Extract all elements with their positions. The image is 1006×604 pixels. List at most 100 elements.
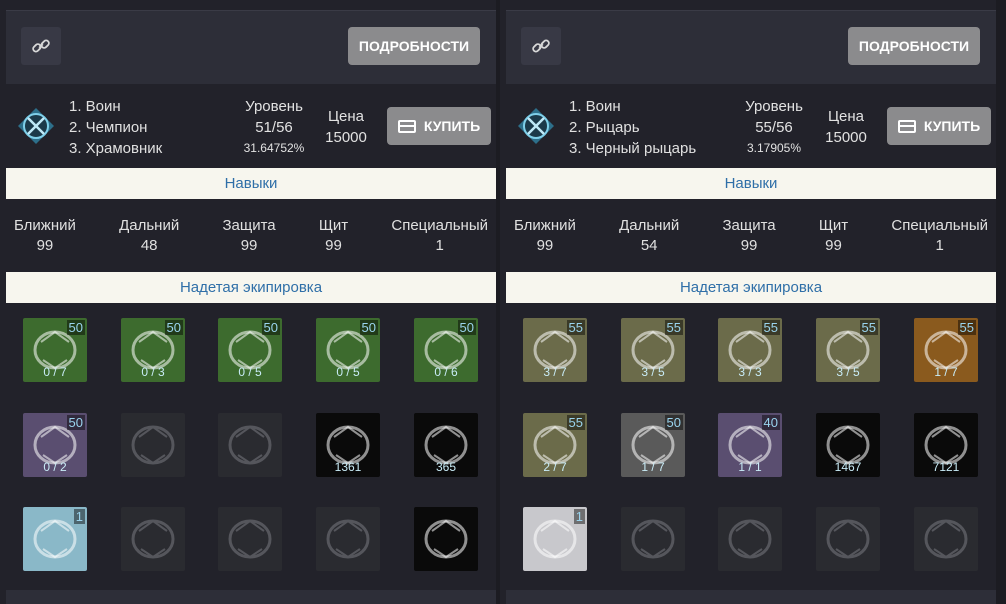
equipment-slot[interactable]: 1467: [816, 413, 880, 477]
item-level: 50: [664, 415, 683, 430]
skill-stat: Специальный 1: [391, 216, 488, 260]
skill-value: 99: [536, 237, 554, 254]
skill-value: 54: [640, 237, 658, 254]
gem-slot-empty-icon: [826, 519, 870, 559]
equipment-header: Надетая экипировка: [6, 272, 496, 303]
details-button[interactable]: ПОДРОБНОСТИ: [348, 27, 480, 65]
equipment-slot[interactable]: 1: [23, 507, 87, 571]
buy-label: КУПИТЬ: [423, 118, 481, 134]
equipment-slot[interactable]: [121, 507, 185, 571]
character-panel-right: ПОДРОБНОСТИ 1. Воин 2. Рыцарь 3. Черный …: [500, 0, 996, 604]
skill-stat: Специальный 1: [891, 216, 988, 260]
skill-value: 99: [36, 237, 54, 254]
price-value: 15000: [325, 129, 367, 146]
item-count: 1 / 1: [738, 460, 762, 474]
item-level: 1: [73, 509, 85, 524]
equipment-slot[interactable]: [621, 507, 685, 571]
equipment-slot[interactable]: 50 0 / 7: [23, 318, 87, 382]
item-count: 0 / 2: [43, 460, 67, 474]
equipment-slot[interactable]: 55 2 / 7: [523, 413, 587, 477]
price-block: Цена 15000: [314, 106, 378, 148]
equipment-slot[interactable]: 1361: [316, 413, 380, 477]
class-emblem-icon: [518, 108, 554, 144]
item-level: 55: [761, 320, 780, 335]
skills-header: Навыки: [506, 168, 996, 199]
equipment-header: Надетая экипировка: [506, 272, 996, 303]
panel-footer: [6, 590, 496, 604]
skill-stat: Защита 99: [222, 216, 275, 260]
buy-button[interactable]: КУПИТЬ: [387, 107, 491, 145]
credit-card-icon: [397, 119, 416, 133]
item-count: 0 / 5: [336, 365, 360, 379]
equipment-slot[interactable]: 50 1 / 7: [621, 413, 685, 477]
equipment-slot[interactable]: 55 3 / 5: [621, 318, 685, 382]
level-percent: 3.17905%: [746, 141, 802, 155]
item-count: 7121: [932, 460, 960, 474]
credit-card-icon: [897, 119, 916, 133]
item-level: 55: [566, 320, 585, 335]
equipment-slot[interactable]: 50 0 / 2: [23, 413, 87, 477]
class-list: 1. Воин 2. Рыцарь 3. Черный рыцарь: [569, 96, 696, 159]
equipment-slot[interactable]: 50 0 / 3: [121, 318, 185, 382]
equipment-slot[interactable]: [816, 507, 880, 571]
equipment-slot[interactable]: [218, 413, 282, 477]
class-tier-2: 2. Рыцарь: [569, 119, 640, 136]
panel-footer: [506, 590, 996, 604]
link-icon: [532, 39, 550, 53]
skill-stat: Ближний 99: [514, 216, 576, 260]
skill-name: Ближний: [14, 217, 76, 234]
class-tier-3: 3. Черный рыцарь: [569, 140, 697, 157]
skill-name: Специальный: [391, 217, 488, 234]
skill-value: 99: [740, 237, 758, 254]
weapon-slot-empty-icon: [131, 425, 175, 465]
level-label: Уровень: [245, 98, 303, 115]
item-level: 50: [457, 320, 476, 335]
link-button[interactable]: [21, 27, 61, 65]
equipment-slot[interactable]: [914, 507, 978, 571]
arrows-ammo-icon: [424, 519, 468, 559]
buy-button[interactable]: КУПИТЬ: [887, 107, 991, 145]
equipment-slot[interactable]: 50 0 / 5: [218, 318, 282, 382]
equipment-slot[interactable]: [121, 413, 185, 477]
details-button[interactable]: ПОДРОБНОСТИ: [848, 27, 980, 65]
item-count: 0 / 3: [141, 365, 165, 379]
skill-value: 48: [140, 237, 158, 254]
cloak-slot-empty-icon: [228, 425, 272, 465]
link-button[interactable]: [521, 27, 561, 65]
character-panel-left: ПОДРОБНОСТИ 1. Воин 2. Чемпион 3. Храмов…: [0, 0, 496, 604]
skill-stat: Защита 99: [722, 216, 775, 260]
class-tier-3: 3. Храмовник: [69, 140, 163, 157]
equipment-slot[interactable]: 55 3 / 3: [718, 318, 782, 382]
equipment-slot[interactable]: [718, 507, 782, 571]
price-value: 15000: [825, 129, 867, 146]
equipment-slot[interactable]: [414, 507, 478, 571]
equipment-slot[interactable]: [316, 507, 380, 571]
equipment-slot[interactable]: 50 0 / 6: [414, 318, 478, 382]
level-percent: 31.64752%: [243, 141, 305, 155]
buy-label: КУПИТЬ: [923, 118, 981, 134]
gem-slot-empty-icon: [228, 519, 272, 559]
equipment-slot[interactable]: 1: [523, 507, 587, 571]
equipment-slot[interactable]: 55 3 / 7: [523, 318, 587, 382]
skill-value: 99: [240, 237, 258, 254]
skill-value: 99: [825, 237, 842, 254]
equipment-slot[interactable]: 365: [414, 413, 478, 477]
item-count: 1 / 7: [641, 460, 665, 474]
skill-name: Дальний: [119, 217, 180, 234]
skill-name: Специальный: [891, 217, 988, 234]
class-tier-2: 2. Чемпион: [69, 119, 148, 136]
equipment-slot[interactable]: 40 1 / 1: [718, 413, 782, 477]
equipment-slot[interactable]: 55 3 / 5: [816, 318, 880, 382]
equipment-slot[interactable]: 50 0 / 5: [316, 318, 380, 382]
price-label: Цена: [827, 108, 865, 125]
item-count: 365: [435, 460, 457, 474]
class-tier-1: 1. Воин: [569, 98, 621, 115]
equipment-slot[interactable]: 7121: [914, 413, 978, 477]
link-icon: [32, 39, 50, 53]
item-level: 50: [359, 320, 378, 335]
gem-slot-empty-icon: [924, 519, 968, 559]
item-count: 1 / 7: [934, 365, 958, 379]
equipment-slot[interactable]: 55 1 / 7: [914, 318, 978, 382]
item-level: 55: [957, 320, 976, 335]
equipment-slot[interactable]: [218, 507, 282, 571]
